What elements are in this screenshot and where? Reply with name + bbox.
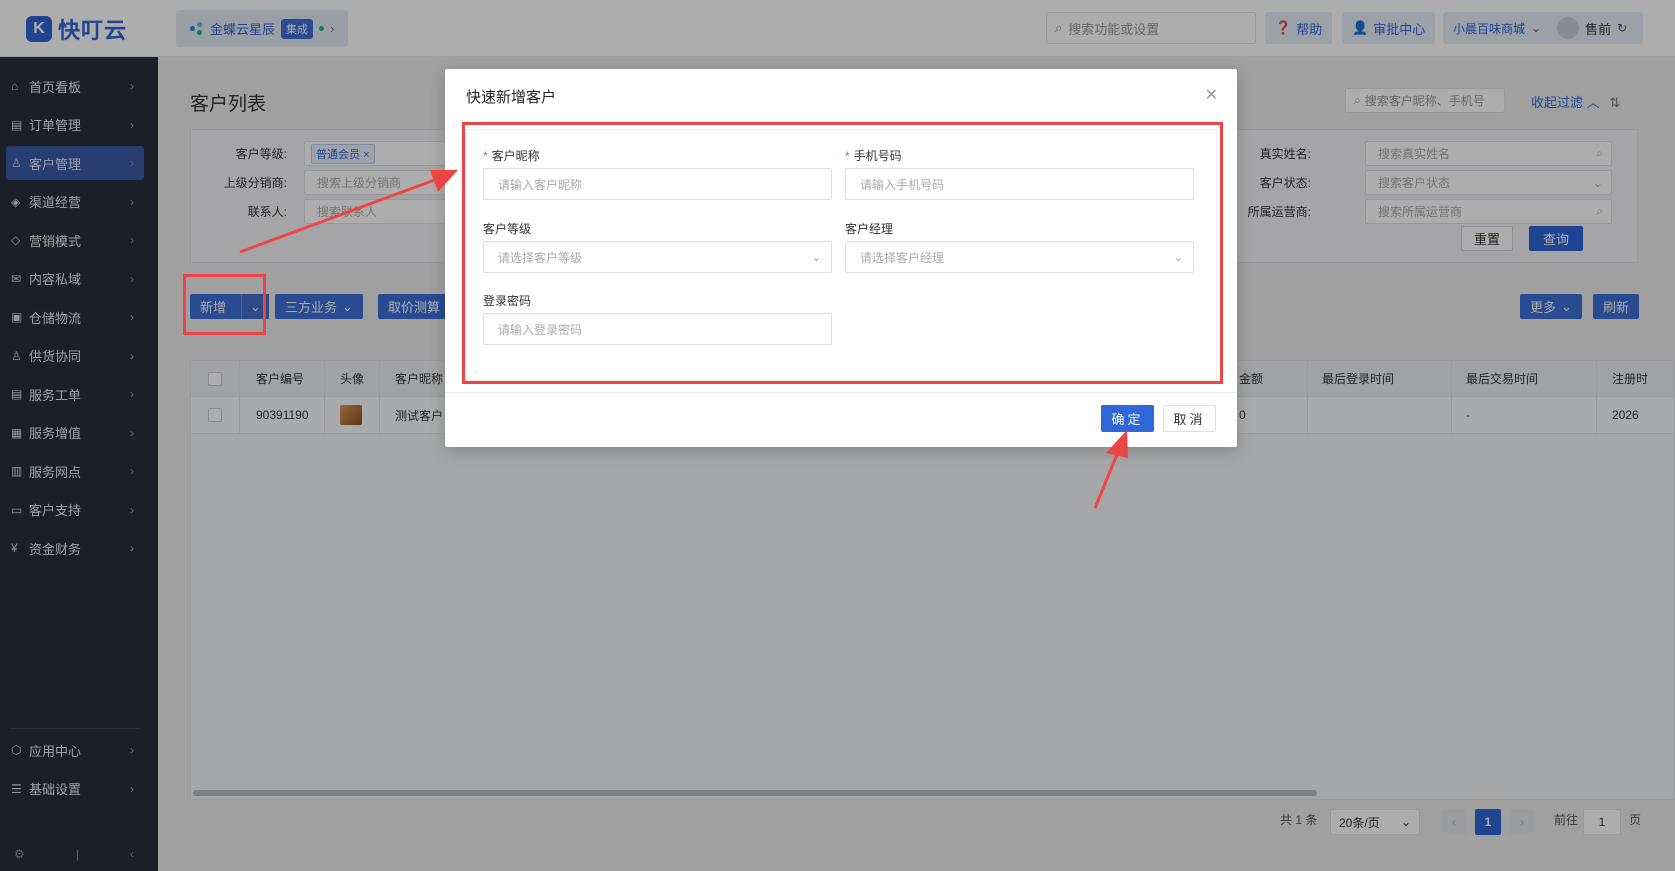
- annotation-add-button-highlight: [183, 274, 266, 335]
- close-icon[interactable]: ✕: [1205, 85, 1218, 105]
- cancel-button[interactable]: 取消: [1163, 405, 1216, 432]
- annotation-form-highlight: [462, 122, 1223, 384]
- confirm-button[interactable]: 确定: [1101, 405, 1154, 432]
- dialog-title: 快速新增客户: [466, 89, 557, 106]
- dialog-footer-divider: [445, 392, 1237, 393]
